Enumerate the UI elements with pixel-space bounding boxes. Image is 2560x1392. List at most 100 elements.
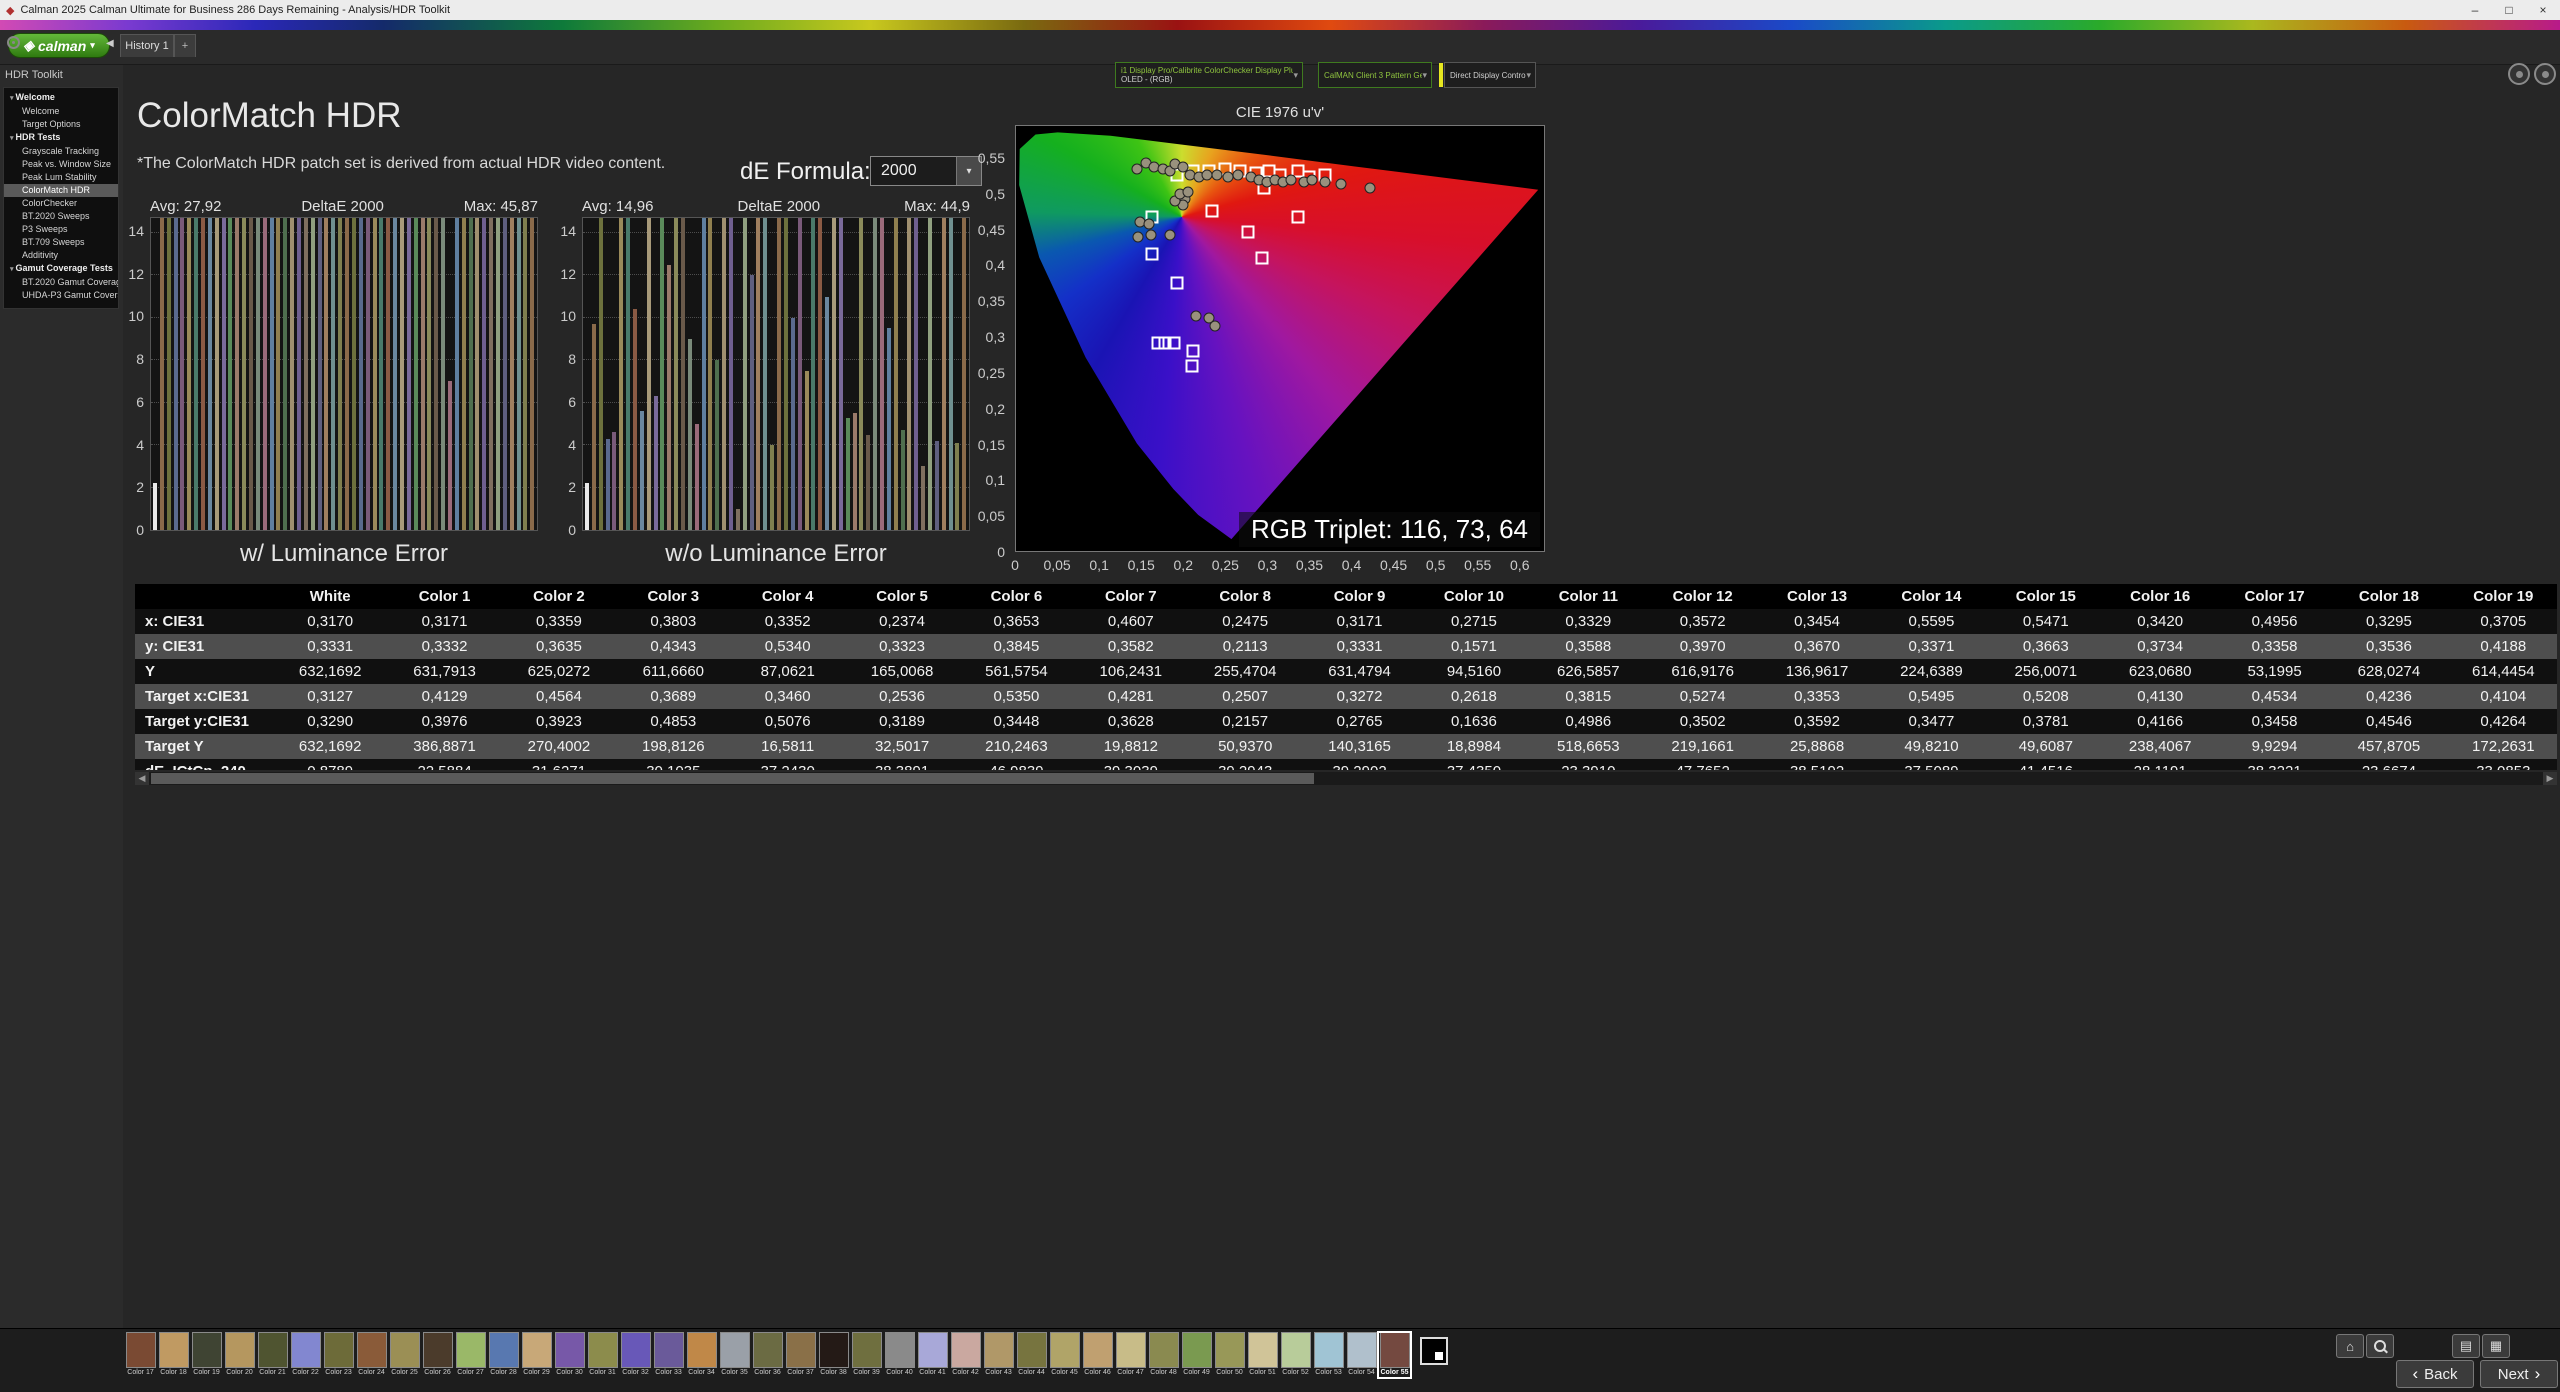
- patch-color-26[interactable]: Color 26: [421, 1332, 454, 1378]
- tree-section[interactable]: ▾Welcome: [4, 91, 118, 105]
- scroll-right-icon[interactable]: ▶: [2543, 772, 2557, 785]
- patch-label: Color 40: [883, 1368, 916, 1378]
- settings-icon[interactable]: [2534, 63, 2556, 85]
- scroll-left-icon[interactable]: ◀: [135, 772, 149, 785]
- calman-logo-menu[interactable]: ◈ calman ▾: [8, 33, 110, 58]
- patch-color-17[interactable]: Color 17: [124, 1332, 157, 1378]
- pattern-generator-dropdown[interactable]: CalMAN Client 3 Pattern Generator ▾: [1318, 62, 1432, 88]
- patch-color-25[interactable]: Color 25: [388, 1332, 421, 1378]
- tree-section[interactable]: ▾Gamut Coverage Tests: [4, 262, 118, 276]
- patch-color-42[interactable]: Color 42: [949, 1332, 982, 1378]
- sidebar-item-grayscale-tracking[interactable]: Grayscale Tracking: [4, 145, 118, 158]
- patch-color-20[interactable]: Color 20: [223, 1332, 256, 1378]
- patch-color-18[interactable]: Color 18: [157, 1332, 190, 1378]
- sidebar-item-additivity[interactable]: Additivity: [4, 249, 118, 262]
- deltaE-bar: [825, 297, 829, 530]
- patch-color-35[interactable]: Color 35: [718, 1332, 751, 1378]
- patch-color-52[interactable]: Color 52: [1279, 1332, 1312, 1378]
- close-button[interactable]: ×: [2526, 0, 2560, 20]
- table-cell: 631,4794: [1302, 659, 1416, 684]
- deltaE-bar: [743, 218, 747, 530]
- patch-color-32[interactable]: Color 32: [619, 1332, 652, 1378]
- patch-color-49[interactable]: Color 49: [1180, 1332, 1213, 1378]
- gear-icon[interactable]: [2508, 63, 2530, 85]
- patch-color-29[interactable]: Color 29: [520, 1332, 553, 1378]
- back-button[interactable]: ‹ Back: [2396, 1360, 2474, 1388]
- patch-color-19[interactable]: Color 19: [190, 1332, 223, 1378]
- deltaE-bar: [235, 218, 239, 530]
- patch-color-30[interactable]: Color 30: [553, 1332, 586, 1378]
- patch-color-28[interactable]: Color 28: [487, 1332, 520, 1378]
- patch-color-33[interactable]: Color 33: [652, 1332, 685, 1378]
- next-button[interactable]: Next ›: [2480, 1360, 2558, 1388]
- patch-color-21[interactable]: Color 21: [256, 1332, 289, 1378]
- patch-color-45[interactable]: Color 45: [1048, 1332, 1081, 1378]
- table-scrollbar[interactable]: ◀ ▶: [135, 772, 2557, 785]
- patch-color-41[interactable]: Color 41: [916, 1332, 949, 1378]
- table-cell: 625,0272: [502, 659, 616, 684]
- table-row: y: CIE310,33310,33320,36350,43430,53400,…: [135, 634, 2557, 659]
- patch-color-27[interactable]: Color 27: [454, 1332, 487, 1378]
- patch-color-51[interactable]: Color 51: [1246, 1332, 1279, 1378]
- deltaE-bar: [729, 218, 733, 530]
- chevron-down-icon: ▾: [10, 95, 14, 102]
- deltaE-bar: [853, 413, 857, 530]
- patch-swatch: [1215, 1332, 1245, 1368]
- sidebar-item-p3-sweeps[interactable]: P3 Sweeps: [4, 223, 118, 236]
- patch-color-48[interactable]: Color 48: [1147, 1332, 1180, 1378]
- add-tab-button[interactable]: +: [174, 34, 196, 57]
- sidebar-item-bt-2020-sweeps[interactable]: BT.2020 Sweeps: [4, 210, 118, 223]
- sidebar-item-peak-vs-window-size[interactable]: Peak vs. Window Size: [4, 158, 118, 171]
- deltaE-bar: [283, 218, 287, 530]
- search-icon[interactable]: [2366, 1334, 2394, 1358]
- table-cell: 172,2631: [2446, 734, 2557, 759]
- sidebar-item-bt-709-sweeps[interactable]: BT.709 Sweeps: [4, 236, 118, 249]
- patch-color-55[interactable]: Color 55: [1378, 1332, 1411, 1378]
- scrollbar-thumb[interactable]: [151, 773, 1314, 784]
- sidebar-collapse-button[interactable]: ◀: [106, 38, 114, 49]
- minimize-button[interactable]: –: [2458, 0, 2492, 20]
- tree-section[interactable]: ▾HDR Tests: [4, 131, 118, 145]
- cie-x-label: 0,6: [1504, 557, 1536, 573]
- patch-color-46[interactable]: Color 46: [1081, 1332, 1114, 1378]
- sidebar-item-target-options[interactable]: Target Options: [4, 118, 118, 131]
- sidebar-item-bt-2020-gamut-coverage[interactable]: BT.2020 Gamut Coverage: [4, 276, 118, 289]
- patch-color-34[interactable]: Color 34: [685, 1332, 718, 1378]
- table-cell: 0,3582: [1074, 634, 1188, 659]
- patch-color-22[interactable]: Color 22: [289, 1332, 322, 1378]
- patch-color-50[interactable]: Color 50: [1213, 1332, 1246, 1378]
- patch-color-38[interactable]: Color 38: [817, 1332, 850, 1378]
- table-cell: 0,3448: [959, 709, 1073, 734]
- sidebar-item-peak-lum-stability[interactable]: Peak Lum Stability: [4, 171, 118, 184]
- patch-color-54[interactable]: Color 54: [1345, 1332, 1378, 1378]
- table-cell: 614,4454: [2446, 659, 2557, 684]
- table-cell: 238,4067: [2103, 734, 2217, 759]
- patch-color-23[interactable]: Color 23: [322, 1332, 355, 1378]
- pattern-preview-button[interactable]: [1420, 1337, 1448, 1365]
- display-control-dropdown[interactable]: Direct Display Control ▾: [1444, 62, 1536, 88]
- table-cell: 0,4264: [2446, 709, 2557, 734]
- tab-history-1[interactable]: History 1: [120, 34, 174, 57]
- patch-color-39[interactable]: Color 39: [850, 1332, 883, 1378]
- patch-color-37[interactable]: Color 37: [784, 1332, 817, 1378]
- patch-color-44[interactable]: Color 44: [1015, 1332, 1048, 1378]
- patch-color-40[interactable]: Color 40: [883, 1332, 916, 1378]
- sidebar-item-colorchecker[interactable]: ColorChecker: [4, 197, 118, 210]
- report-icon[interactable]: ▤: [2452, 1334, 2480, 1358]
- patch-color-24[interactable]: Color 24: [355, 1332, 388, 1378]
- patch-color-36[interactable]: Color 36: [751, 1332, 784, 1378]
- sidebar-item-uhda-p3-gamut-coverage[interactable]: UHDA-P3 Gamut Coverage: [4, 289, 118, 302]
- patch-color-43[interactable]: Color 43: [982, 1332, 1015, 1378]
- patch-color-31[interactable]: Color 31: [586, 1332, 619, 1378]
- patch-color-47[interactable]: Color 47: [1114, 1332, 1147, 1378]
- meter-dropdown[interactable]: i1 Display Pro/Calibrite ColorChecker Di…: [1115, 62, 1303, 88]
- patch-label: Color 27: [454, 1368, 487, 1378]
- client-gear-icon[interactable]: [7, 36, 20, 49]
- home-icon[interactable]: ⌂: [2336, 1334, 2364, 1358]
- layout-icon[interactable]: ▦: [2482, 1334, 2510, 1358]
- patch-color-53[interactable]: Color 53: [1312, 1332, 1345, 1378]
- sidebar-item-welcome[interactable]: Welcome: [4, 105, 118, 118]
- sidebar-item-colormatch-hdr[interactable]: ColorMatch HDR: [4, 184, 118, 197]
- maximize-button[interactable]: □: [2492, 0, 2526, 20]
- table-cell: 270,4002: [502, 734, 616, 759]
